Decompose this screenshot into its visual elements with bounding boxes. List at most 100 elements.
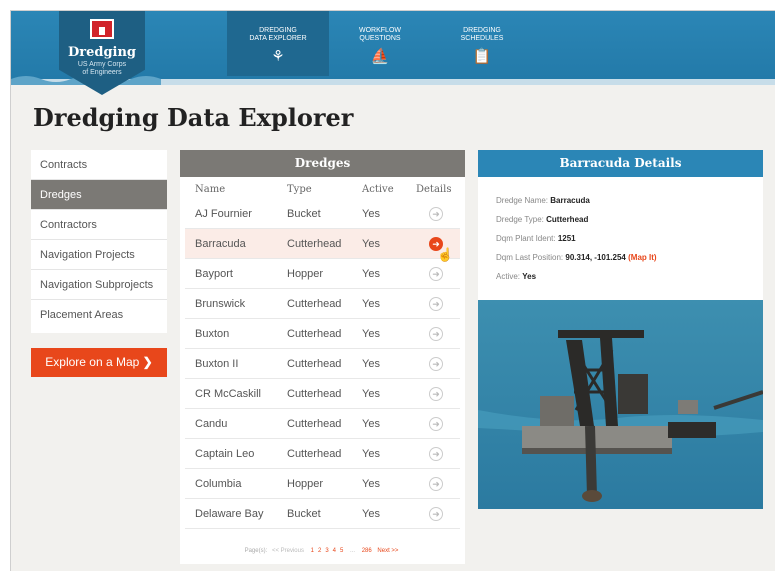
- details-arrow-icon[interactable]: ➜: [429, 447, 443, 461]
- app-frame: Dredging Data Explorer ⚘ Workflow Questi…: [10, 10, 775, 571]
- pager-page-2[interactable]: 2: [318, 548, 321, 554]
- column-header-type[interactable]: Type: [287, 184, 312, 195]
- logo-title: Dredging: [67, 45, 137, 60]
- details-arrow-icon[interactable]: ➜: [429, 477, 443, 491]
- logo-subtitle-line1: US Army Corps: [77, 61, 127, 68]
- dredges-table-body: AJ Fournier Bucket Yes ➜ Barracuda Cutterhead…: [185, 199, 460, 529]
- cell-type: Bucket: [287, 208, 321, 220]
- detail-field: Active: Yes: [496, 267, 763, 286]
- castle-icon: [90, 19, 114, 39]
- detail-label: Dqm Plant Ident:: [496, 234, 556, 243]
- table-row[interactable]: AJ Fournier Bucket Yes ➜: [185, 199, 460, 229]
- pager-page-5[interactable]: 5: [340, 548, 343, 554]
- cell-name: Brunswick: [195, 298, 246, 310]
- detail-value: Barracuda: [550, 196, 590, 205]
- nav-tab-label: Dredging Schedules: [431, 27, 533, 43]
- nav-tab-workflow-questions[interactable]: Workflow Questions ⛵: [329, 11, 431, 76]
- table-row[interactable]: CR McCaskill Cutterhead Yes ➜: [185, 379, 460, 409]
- details-panel: Barracuda Details Dredge Name: Barracuda…: [478, 150, 763, 300]
- column-header-active[interactable]: Active: [362, 184, 394, 195]
- cell-name: Captain Leo: [195, 448, 255, 460]
- cell-active: Yes: [362, 208, 380, 220]
- table-row[interactable]: Columbia Hopper Yes ➜: [185, 469, 460, 499]
- sidebar-item-placement-areas[interactable]: Placement Areas: [31, 300, 167, 330]
- details-arrow-icon[interactable]: ➜: [429, 207, 443, 221]
- cell-type: Cutterhead: [287, 298, 342, 310]
- pager-previous[interactable]: << Previous: [272, 548, 304, 554]
- detail-value: Cutterhead: [546, 215, 589, 224]
- detail-value: 1251: [557, 234, 576, 243]
- table-header: Name Type Active Details: [180, 177, 465, 199]
- nav-label-line1: Dredging: [463, 27, 501, 34]
- cell-type: Cutterhead: [287, 328, 342, 340]
- details-list: Dredge Name: Barracuda Dredge Type: Cutte…: [478, 177, 763, 286]
- sidebar-item-contracts[interactable]: Contracts: [31, 150, 167, 180]
- clipboard-icon: 📋: [472, 48, 492, 65]
- dredging-logo[interactable]: Dredging US Army Corps of Engineers: [59, 11, 145, 95]
- nav-tab-dredging-schedules[interactable]: Dredging Schedules 📋: [431, 11, 533, 76]
- nav-label-line2: Data Explorer: [249, 35, 307, 42]
- table-row[interactable]: Candu Cutterhead Yes ➜: [185, 409, 460, 439]
- table-row[interactable]: Buxton Cutterhead Yes ➜: [185, 319, 460, 349]
- sidebar: Contracts Dredges Contractors Navigation…: [31, 150, 167, 333]
- details-arrow-icon[interactable]: ➜: [429, 267, 443, 281]
- detail-label: Dredge Name:: [496, 196, 549, 205]
- table-row[interactable]: Barracuda Cutterhead Yes ➜ ☝: [185, 229, 460, 262]
- details-arrow-icon[interactable]: ➜: [429, 417, 443, 431]
- pager-next[interactable]: Next >>: [377, 548, 398, 554]
- details-arrow-icon[interactable]: ➜: [429, 327, 443, 341]
- cell-type: Cutterhead: [287, 418, 342, 430]
- explore-map-label: Explore on a Map: [45, 355, 140, 369]
- explore-map-button[interactable]: Explore on a Map ❯: [31, 348, 167, 377]
- table-row[interactable]: Buxton II Cutterhead Yes ➜: [185, 349, 460, 379]
- sidebar-item-navigation-subprojects[interactable]: Navigation Subprojects: [31, 270, 167, 300]
- detail-label: Dredge Type:: [496, 215, 544, 224]
- column-header-details: Details: [416, 184, 452, 195]
- cell-name: Delaware Bay: [195, 508, 264, 520]
- pager-page-4[interactable]: 4: [333, 548, 336, 554]
- logo-subtitle-line2: of Engineers: [82, 69, 122, 76]
- sidebar-item-dredges[interactable]: Dredges: [31, 180, 167, 210]
- page-title: Dredging Data Explorer: [33, 103, 354, 132]
- cell-name: Candu: [195, 418, 228, 430]
- ship-icon: ⚘: [271, 48, 285, 65]
- table-row[interactable]: Captain Leo Cutterhead Yes ➜: [185, 439, 460, 469]
- cell-active: Yes: [362, 238, 380, 250]
- map-it-link[interactable]: (Map It): [628, 253, 656, 262]
- cell-name: Barracuda: [195, 238, 246, 250]
- column-header-name[interactable]: Name: [195, 184, 225, 195]
- nav-tab-label: Dredging Data Explorer: [227, 27, 329, 43]
- cell-type: Cutterhead: [287, 388, 342, 400]
- pager-page-3[interactable]: 3: [325, 548, 328, 554]
- nav-label-line1: Dredging: [259, 27, 297, 34]
- cell-name: Columbia: [195, 478, 242, 490]
- details-arrow-icon[interactable]: ➜: [429, 507, 443, 521]
- cell-active: Yes: [362, 418, 380, 430]
- nav-label-line2: Questions: [359, 35, 401, 42]
- chevron-right-icon: ❯: [142, 355, 153, 369]
- cell-name: CR McCaskill: [195, 388, 261, 400]
- detail-field: Dqm Plant Ident: 1251: [496, 229, 763, 248]
- pager-page-1[interactable]: 1: [311, 548, 314, 554]
- details-arrow-icon[interactable]: ➜: [429, 357, 443, 371]
- table-row[interactable]: Bayport Hopper Yes ➜: [185, 259, 460, 289]
- dredges-panel: Dredges Name Type Active Details AJ Four…: [180, 150, 465, 564]
- detail-label: Dqm Last Position:: [496, 253, 564, 262]
- pager-last-page[interactable]: 286: [362, 548, 372, 554]
- cell-name: Bayport: [195, 268, 233, 280]
- details-panel-title: Barracuda Details: [478, 150, 763, 177]
- details-arrow-icon[interactable]: ➜: [429, 297, 443, 311]
- sidebar-item-contractors[interactable]: Contractors: [31, 210, 167, 240]
- cell-active: Yes: [362, 448, 380, 460]
- cell-active: Yes: [362, 508, 380, 520]
- nav-tab-data-explorer[interactable]: Dredging Data Explorer ⚘: [227, 11, 329, 76]
- table-row[interactable]: Brunswick Cutterhead Yes ➜: [185, 289, 460, 319]
- sidebar-item-navigation-projects[interactable]: Navigation Projects: [31, 240, 167, 270]
- table-row[interactable]: Delaware Bay Bucket Yes ➜: [185, 499, 460, 529]
- cell-active: Yes: [362, 268, 380, 280]
- detail-field: Dredge Name: Barracuda: [496, 191, 763, 210]
- detail-value: Yes: [522, 272, 537, 281]
- cell-type: Cutterhead: [287, 448, 342, 460]
- cell-type: Cutterhead: [287, 238, 342, 250]
- details-arrow-icon[interactable]: ➜: [429, 387, 443, 401]
